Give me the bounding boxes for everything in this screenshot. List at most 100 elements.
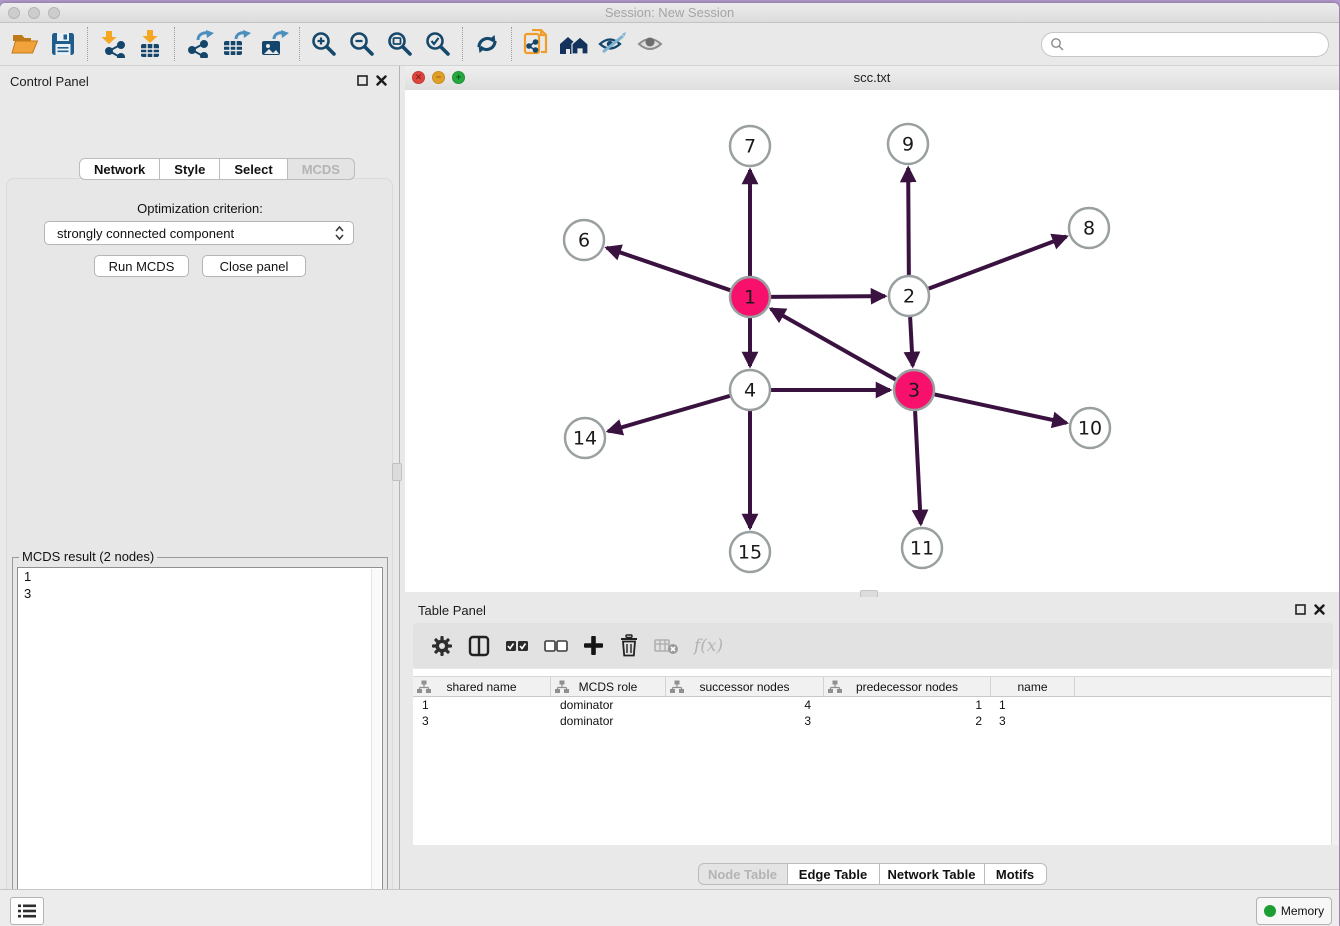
graph-edge-2-9[interactable] xyxy=(908,168,909,275)
graph-svg[interactable]: 1 2 3 4 6 7 8 9 10 11 14 15 xyxy=(405,90,1339,592)
export-table-button[interactable] xyxy=(218,25,256,63)
splitter-handle[interactable] xyxy=(392,463,402,481)
tab-node-table[interactable]: Node Table xyxy=(698,863,788,885)
graph-edge-3-10[interactable] xyxy=(935,394,1067,423)
apply-layout-button[interactable] xyxy=(468,25,506,63)
graph-node-14[interactable]: 14 xyxy=(565,418,605,458)
column-header-mcds-role[interactable]: MCDS role xyxy=(551,677,666,696)
open-session-button[interactable] xyxy=(6,25,44,63)
delete-table-icon[interactable] xyxy=(654,637,679,655)
graph-edge-1-2[interactable] xyxy=(771,296,885,297)
zoom-out-button[interactable] xyxy=(343,25,381,63)
export-image-button[interactable] xyxy=(256,25,294,63)
graph-edge-3-11[interactable] xyxy=(915,411,921,524)
close-panel-icon[interactable] xyxy=(1314,604,1325,615)
column-header-predecessor-nodes[interactable]: predecessor nodes xyxy=(824,677,991,696)
tab-edge-table[interactable]: Edge Table xyxy=(788,863,880,885)
graph-node-11[interactable]: 11 xyxy=(902,528,942,568)
graph-node-7[interactable]: 7 xyxy=(730,126,770,166)
save-floppy-icon xyxy=(51,32,75,56)
column-header-successor-nodes[interactable]: successor nodes xyxy=(666,677,824,696)
run-mcds-button[interactable]: Run MCDS xyxy=(94,255,189,277)
window-zoom-button[interactable] xyxy=(48,7,60,19)
tab-style[interactable]: Style xyxy=(160,158,220,180)
graph-node-2[interactable]: 2 xyxy=(889,276,929,316)
close-panel-icon[interactable] xyxy=(376,75,387,86)
task-history-button[interactable] xyxy=(10,897,44,925)
graph-edge-2-8[interactable] xyxy=(929,236,1067,288)
result-scrollbar[interactable] xyxy=(371,569,381,926)
zoom-in-button[interactable] xyxy=(305,25,343,63)
table-row[interactable]: 1 dominator 4 1 1 xyxy=(413,697,1331,713)
graph-edge-3-1[interactable] xyxy=(771,309,896,380)
float-panel-icon[interactable] xyxy=(1295,604,1306,615)
eye-slash-icon xyxy=(597,32,627,56)
table-row[interactable]: 3 dominator 3 2 3 xyxy=(413,713,1331,729)
hierarchy-icon xyxy=(555,680,569,693)
zoom-fit-button[interactable] xyxy=(381,25,419,63)
float-panel-icon[interactable] xyxy=(357,75,368,86)
search-box[interactable] xyxy=(1041,32,1329,57)
delete-columns-icon[interactable] xyxy=(619,634,639,657)
graph-edge-4-14[interactable] xyxy=(608,396,730,431)
memory-button[interactable]: Memory xyxy=(1256,897,1332,925)
save-session-button[interactable] xyxy=(44,25,82,63)
node-table[interactable]: shared name MCDS role xyxy=(413,669,1331,845)
close-panel-button[interactable]: Close panel xyxy=(202,255,306,277)
hide-selected-button[interactable] xyxy=(593,25,631,63)
new-network-from-selection-button[interactable] xyxy=(517,25,555,63)
search-input[interactable] xyxy=(1065,37,1309,53)
graph-node-4[interactable]: 4 xyxy=(730,370,770,410)
window-minimize-button[interactable] xyxy=(28,7,40,19)
tab-mcds[interactable]: MCDS xyxy=(288,158,355,180)
network-canvas[interactable]: 1 2 3 4 6 7 8 9 10 11 14 15 xyxy=(405,90,1339,592)
toolbar-separator xyxy=(511,27,512,61)
criterion-dropdown[interactable]: strongly connected component xyxy=(44,221,354,245)
tab-motifs[interactable]: Motifs xyxy=(985,863,1047,885)
window-close-button[interactable] xyxy=(8,7,20,19)
import-table-button[interactable] xyxy=(131,25,169,63)
column-header-shared-name[interactable]: shared name xyxy=(413,677,551,696)
table-scrollbar[interactable] xyxy=(1331,669,1339,845)
unselect-all-columns-icon[interactable] xyxy=(544,639,568,653)
mcds-result-line: 3 xyxy=(18,585,382,602)
home-button[interactable] xyxy=(555,25,593,63)
select-all-columns-icon[interactable] xyxy=(505,639,529,653)
toolbar-separator xyxy=(462,27,463,61)
add-column-icon[interactable] xyxy=(583,635,604,656)
tab-select[interactable]: Select xyxy=(220,158,287,180)
houses-icon xyxy=(558,32,590,56)
graph-node-10[interactable]: 10 xyxy=(1070,408,1110,448)
control-panel: Control Panel Network Style Select MCDS … xyxy=(0,66,400,889)
network-minimize-button[interactable]: − xyxy=(432,71,445,84)
mcds-result-group: MCDS result (2 nodes) 1 3 xyxy=(12,557,388,926)
column-header-name[interactable]: name xyxy=(991,677,1075,696)
graph-edge-2-3[interactable] xyxy=(910,317,913,366)
graph-node-label: 2 xyxy=(903,286,915,308)
column-label: MCDS role xyxy=(579,680,638,694)
graph-node-3[interactable]: 3 xyxy=(894,370,934,410)
toolbar-separator xyxy=(299,27,300,61)
network-maximize-button[interactable]: + xyxy=(452,71,465,84)
show-columns-icon[interactable] xyxy=(468,635,490,657)
export-network-button[interactable] xyxy=(180,25,218,63)
gear-icon[interactable] xyxy=(431,635,453,657)
tab-network-table[interactable]: Network Table xyxy=(880,863,985,885)
import-network-button[interactable] xyxy=(93,25,131,63)
mcds-result-list[interactable]: 1 3 xyxy=(17,567,383,926)
graph-edge-1-6[interactable] xyxy=(607,248,730,290)
mcds-result-line: 1 xyxy=(18,568,382,585)
network-close-button[interactable]: ✕ xyxy=(412,71,425,84)
graph-node-9[interactable]: 9 xyxy=(888,124,928,164)
graph-node-label: 7 xyxy=(744,136,756,158)
toolbar-separator xyxy=(174,27,175,61)
function-builder-icon[interactable]: f(x) xyxy=(694,636,723,656)
graph-node-8[interactable]: 8 xyxy=(1069,208,1109,248)
tab-network[interactable]: Network xyxy=(79,158,160,180)
memory-status-icon xyxy=(1264,905,1276,917)
zoom-selected-button[interactable] xyxy=(419,25,457,63)
show-selected-button[interactable] xyxy=(631,25,669,63)
graph-node-1[interactable]: 1 xyxy=(730,277,770,317)
graph-node-15[interactable]: 15 xyxy=(730,532,770,572)
graph-node-6[interactable]: 6 xyxy=(564,220,604,260)
